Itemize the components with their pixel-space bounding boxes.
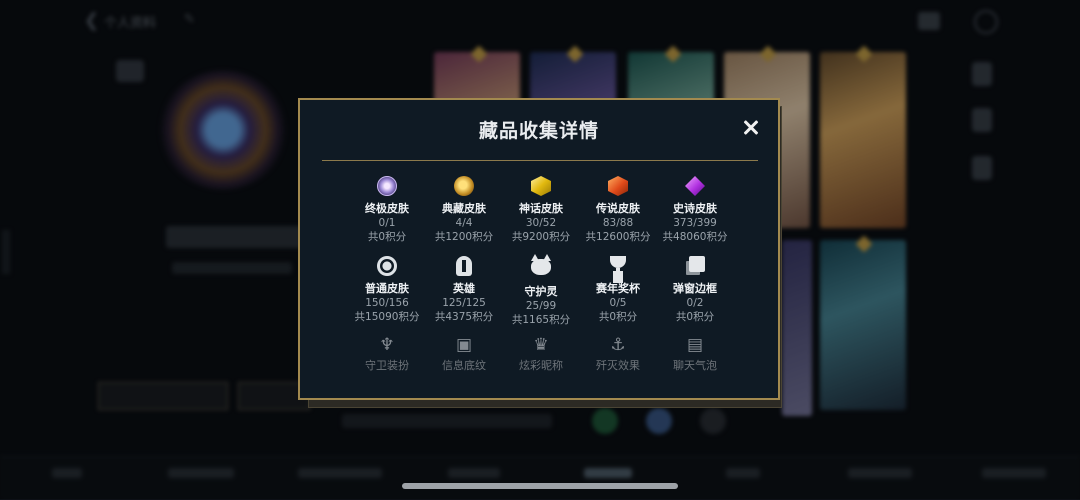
collection-details-modal: 藏品收集详情 终极皮肤 0/1 共0积分 典藏皮肤 4/4 共1200积分 神话…: [298, 98, 780, 400]
guardian-cat-icon: [529, 254, 553, 283]
title-divider: [322, 160, 758, 161]
collection-item-chat-bubble[interactable]: ▤ 聊天气泡: [650, 333, 740, 373]
helmet-icon: [452, 256, 476, 280]
modal-title: 藏品收集详情: [478, 120, 599, 142]
trophy-icon: [606, 256, 630, 280]
item-name: 史诗皮肤: [673, 202, 717, 215]
anchor-icon: ⚓: [610, 335, 626, 355]
item-name: 弹窗边框: [673, 282, 717, 295]
item-name: 聊天气泡: [673, 359, 717, 372]
gold-gem-icon: [529, 176, 553, 200]
collection-item-epic-skin[interactable]: 史诗皮肤 373/399 共48060积分: [650, 174, 740, 244]
collection-item-frames[interactable]: 弹窗边框 0/2 共0积分: [650, 254, 740, 324]
item-points: 共0积分: [675, 311, 715, 323]
item-count: 0/2: [686, 297, 704, 309]
close-icon[interactable]: [740, 116, 762, 138]
ward-icon: ♆: [379, 335, 395, 355]
ring-icon: [375, 256, 399, 280]
frame-icon: [683, 256, 707, 280]
item-points: 共48060积分: [662, 231, 728, 243]
item-count: 373/399: [673, 217, 717, 229]
crown-icon: ♛: [533, 335, 549, 355]
ultimate-gem-icon: [375, 176, 399, 200]
chat-bubble-icon: ▤: [686, 335, 704, 355]
purple-gem-icon: [683, 176, 707, 200]
orange-gem-icon: [606, 176, 630, 200]
dragon-emblem-icon: [452, 176, 476, 200]
home-indicator[interactable]: [402, 483, 678, 489]
info-card-icon: ▣: [455, 335, 473, 355]
